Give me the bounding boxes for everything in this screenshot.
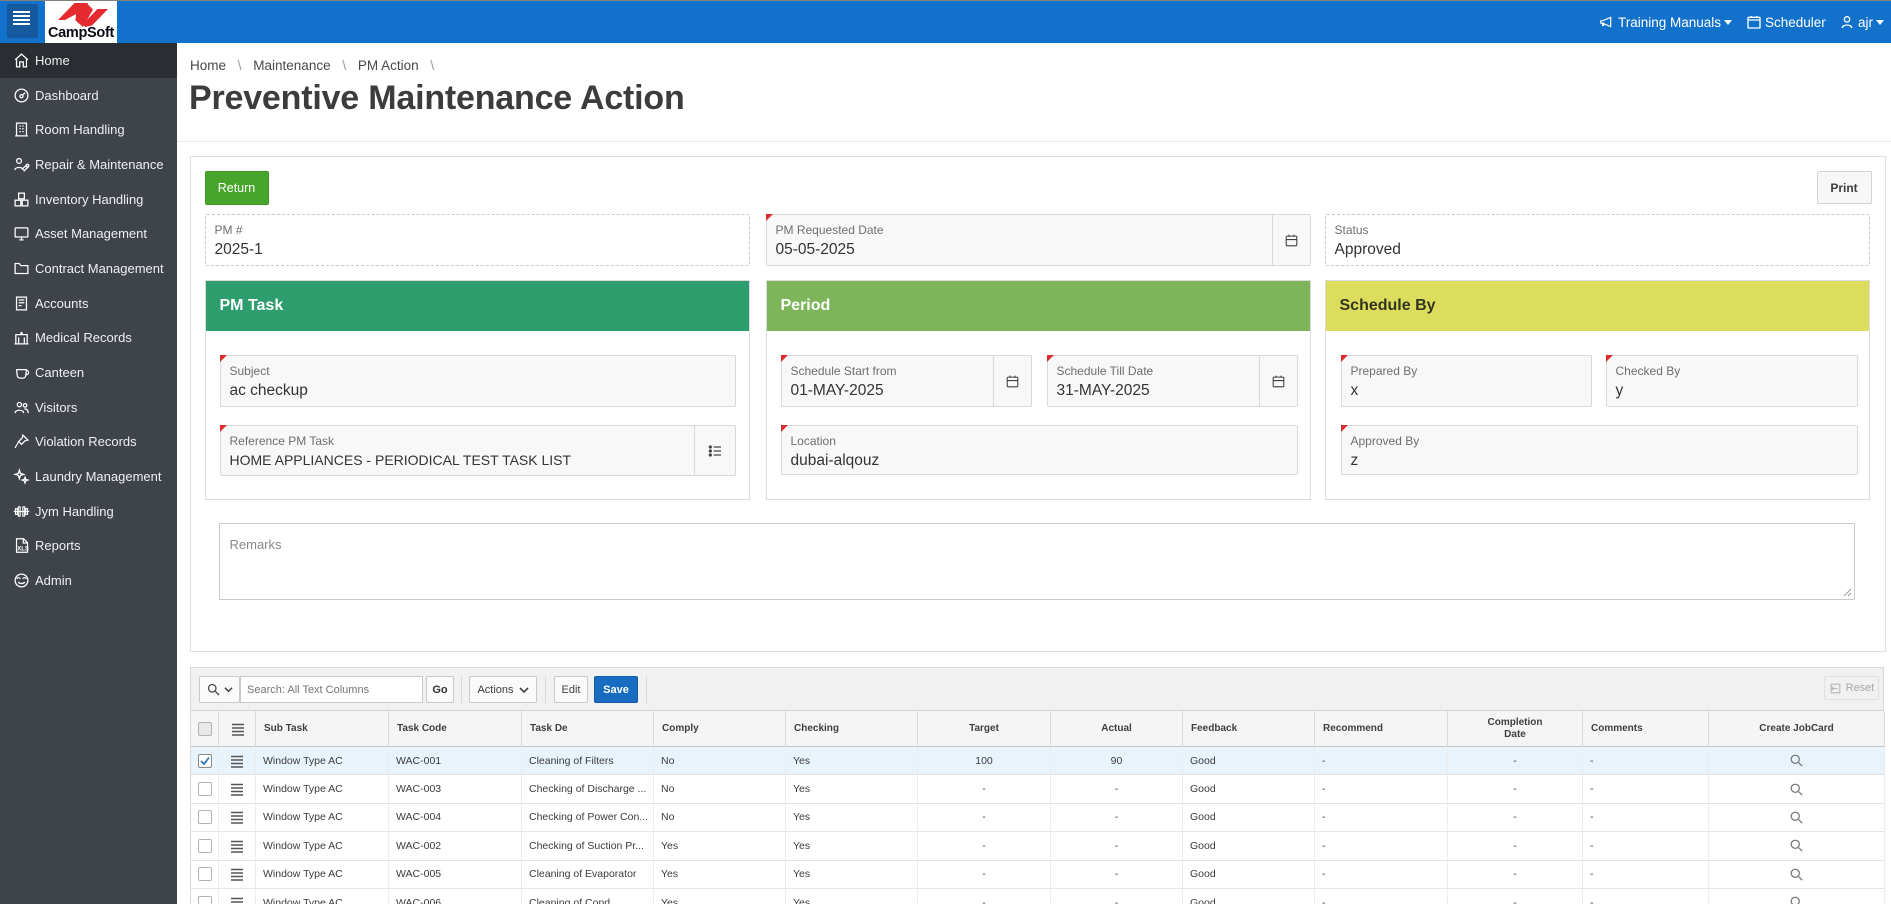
svg-text:XLS: XLS bbox=[17, 547, 29, 553]
